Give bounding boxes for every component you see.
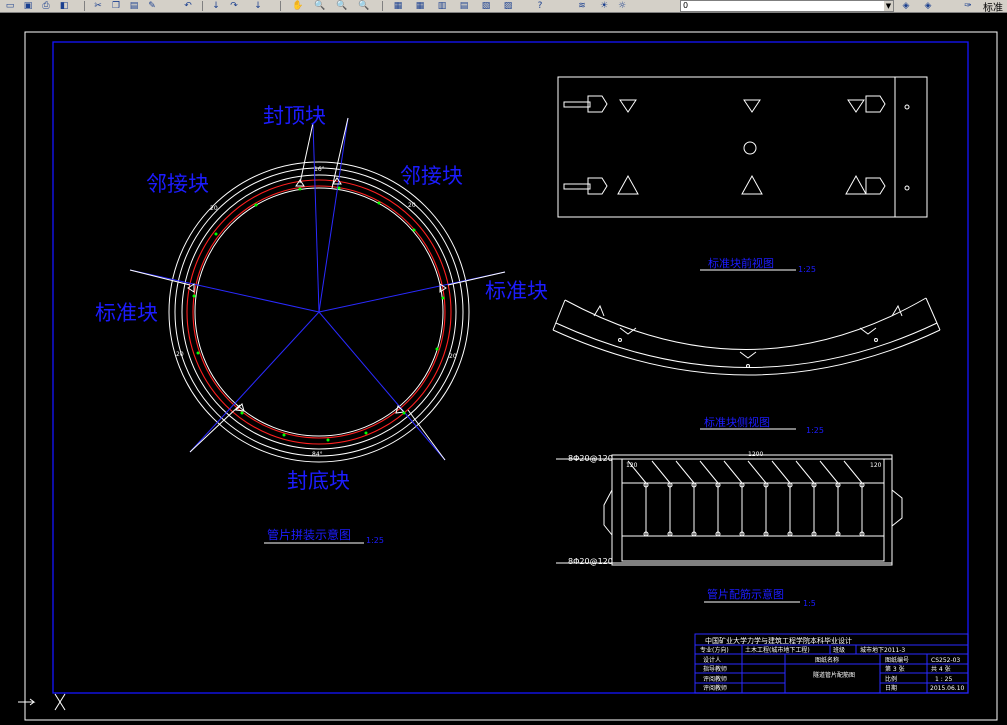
print-icon[interactable]: ⎙ bbox=[38, 0, 54, 11]
properties-icon[interactable]: ▦ bbox=[390, 0, 406, 11]
tb-r1-c4: 城市地下2011-3 bbox=[860, 646, 905, 654]
tb-r3-c4: 共 4 张 bbox=[931, 665, 951, 673]
tb-r5-c3: 2015.06.10 bbox=[930, 685, 965, 692]
rebar-tie bbox=[747, 460, 767, 484]
help-icon[interactable]: ? bbox=[532, 0, 548, 11]
svg-text:20: 20 bbox=[210, 205, 218, 212]
rebar-tie bbox=[795, 460, 815, 484]
svg-text:20: 20 bbox=[408, 202, 416, 209]
toolbar: ▭ ▣ ⎙ ◧ ✂ ❐ ▤ ✎ ↶ ↓ ↷ ↓ ✋ 🔍 🔍 🔍 ▦ ▦ ▥ ▤ … bbox=[0, 0, 1007, 13]
redo-icon[interactable]: ↷ bbox=[226, 0, 242, 11]
ring-label-standard-left: 标准块 bbox=[95, 301, 158, 325]
rebar-dim-total: 1200 bbox=[748, 451, 763, 458]
front-view-scale: 1:25 bbox=[798, 265, 816, 274]
svg-text:20: 20 bbox=[449, 353, 457, 360]
title-block-header: 中国矿业大学力学与建筑工程学院本科毕业设计 bbox=[705, 636, 852, 645]
ring-label-adjacent-right: 邻接块 bbox=[400, 164, 463, 188]
layer-manager-icon[interactable]: ≋ bbox=[574, 0, 590, 11]
tb-r4-c2: 比例 bbox=[885, 675, 897, 683]
tb-r2-c4: CS252-03 bbox=[931, 657, 960, 664]
sheet-set-icon[interactable]: ▤ bbox=[456, 0, 472, 11]
ring-caption: 管片拼装示意图 bbox=[267, 527, 351, 542]
ring-scale: 1:25 bbox=[366, 536, 384, 545]
rebar-scale: 1:5 bbox=[803, 599, 816, 608]
tb-r3-c2: 隧道管片配筋图 bbox=[813, 671, 855, 679]
text-style-icon[interactable]: ✑ bbox=[960, 0, 976, 11]
rebar-caption: 管片配筋示意图 bbox=[707, 587, 784, 601]
rebar-tie bbox=[723, 460, 743, 484]
tb-r2-c3: 图纸编号 bbox=[885, 656, 909, 664]
svg-text:20: 20 bbox=[176, 351, 184, 358]
layer-value: 0 bbox=[683, 1, 689, 10]
markup-icon[interactable]: ▧ bbox=[478, 0, 494, 11]
make-layer-current-icon[interactable]: ◈ bbox=[898, 0, 914, 11]
svg-text:16°: 16° bbox=[314, 166, 325, 173]
tb-r1-c2: 土木工程(城市地下工程) bbox=[745, 646, 810, 654]
ring-label-adjacent-left: 邻接块 bbox=[146, 172, 209, 196]
drawing-canvas[interactable]: 16°20 20 20 2084° 封顶块 邻接块 邻接块 标准块 标准块 封底块 … bbox=[0, 13, 1007, 725]
save-icon[interactable]: ▣ bbox=[20, 0, 36, 11]
tb-r2-c2: 图纸名称 bbox=[815, 656, 839, 664]
rebar-tie bbox=[819, 460, 839, 484]
svg-text:84°: 84° bbox=[312, 451, 323, 458]
rebar-bottom-label: 8Φ20@120 bbox=[568, 557, 613, 566]
tb-r1-c3: 班级 bbox=[833, 646, 845, 654]
sun-icon[interactable]: ☼ bbox=[614, 0, 630, 11]
redo-disabled-icon[interactable]: ↓ bbox=[250, 0, 266, 11]
cut-icon[interactable]: ✂ bbox=[90, 0, 106, 11]
ring-label-standard-right: 标准块 bbox=[485, 279, 548, 303]
tb-r3-c1: 指导教师 bbox=[703, 665, 727, 673]
tb-r1-c1: 专业(方向) bbox=[700, 646, 729, 654]
rebar-tie bbox=[771, 460, 791, 484]
zoom-window-icon[interactable]: 🔍 bbox=[334, 0, 350, 11]
inner-frame bbox=[52, 41, 969, 694]
tb-r2-c1: 设计人 bbox=[703, 656, 721, 664]
dbconnect-icon[interactable]: ▨ bbox=[500, 0, 516, 11]
front-view-drawing bbox=[557, 76, 928, 218]
chevron-down-icon[interactable]: ▼ bbox=[884, 1, 893, 11]
arrow-down-icon[interactable]: ↓ bbox=[208, 0, 224, 11]
style-label: 标准 bbox=[983, 3, 1003, 13]
tb-r4-c3: 1 : 25 bbox=[935, 676, 952, 683]
tb-r5-c1: 评阅教师 bbox=[703, 684, 727, 692]
rebar-tie bbox=[843, 460, 863, 484]
rebar-tie bbox=[699, 460, 719, 484]
rebar-dim-left: 120 bbox=[626, 462, 638, 469]
tool-palette-icon[interactable]: ▥ bbox=[434, 0, 450, 11]
undo-icon[interactable]: ↶ bbox=[180, 0, 196, 11]
side-view-caption: 标准块侧视图 bbox=[704, 415, 770, 429]
rebar-top-label: 8Φ20@120 bbox=[568, 454, 613, 463]
tb-r4-c1: 评阅教师 bbox=[703, 675, 727, 683]
rebar-tie bbox=[675, 460, 695, 484]
tb-r3-c3: 第 3 张 bbox=[885, 665, 905, 673]
ring-label-top: 封顶块 bbox=[263, 104, 326, 128]
side-view-drawing bbox=[552, 297, 941, 376]
zoom-realtime-icon[interactable]: 🔍 bbox=[312, 0, 328, 11]
zoom-previous-icon[interactable]: 🔍 bbox=[356, 0, 372, 11]
front-view-caption: 标准块前视图 bbox=[708, 256, 774, 270]
preview-icon[interactable]: ◧ bbox=[56, 0, 72, 11]
side-view-scale: 1:25 bbox=[806, 426, 824, 435]
rebar-tie bbox=[651, 460, 671, 484]
lightbulb-icon[interactable]: ☀ bbox=[596, 0, 612, 11]
layer-dropdown[interactable]: 0 ▼ bbox=[680, 0, 894, 12]
rebar-dim-right: 120 bbox=[870, 462, 882, 469]
layer-previous-icon[interactable]: ◈ bbox=[920, 0, 936, 11]
paste-icon[interactable]: ▤ bbox=[126, 0, 142, 11]
ring-label-bottom: 封底块 bbox=[287, 469, 350, 493]
copy-icon[interactable]: ❐ bbox=[108, 0, 124, 11]
rebar-drawing bbox=[556, 454, 903, 566]
pan-icon[interactable]: ✋ bbox=[290, 0, 306, 11]
design-center-icon[interactable]: ▦ bbox=[412, 0, 428, 11]
match-prop-icon[interactable]: ✎ bbox=[144, 0, 160, 11]
outer-frame bbox=[24, 31, 998, 721]
open-icon[interactable]: ▭ bbox=[2, 0, 18, 11]
tb-r5-c2: 日期 bbox=[885, 684, 897, 692]
